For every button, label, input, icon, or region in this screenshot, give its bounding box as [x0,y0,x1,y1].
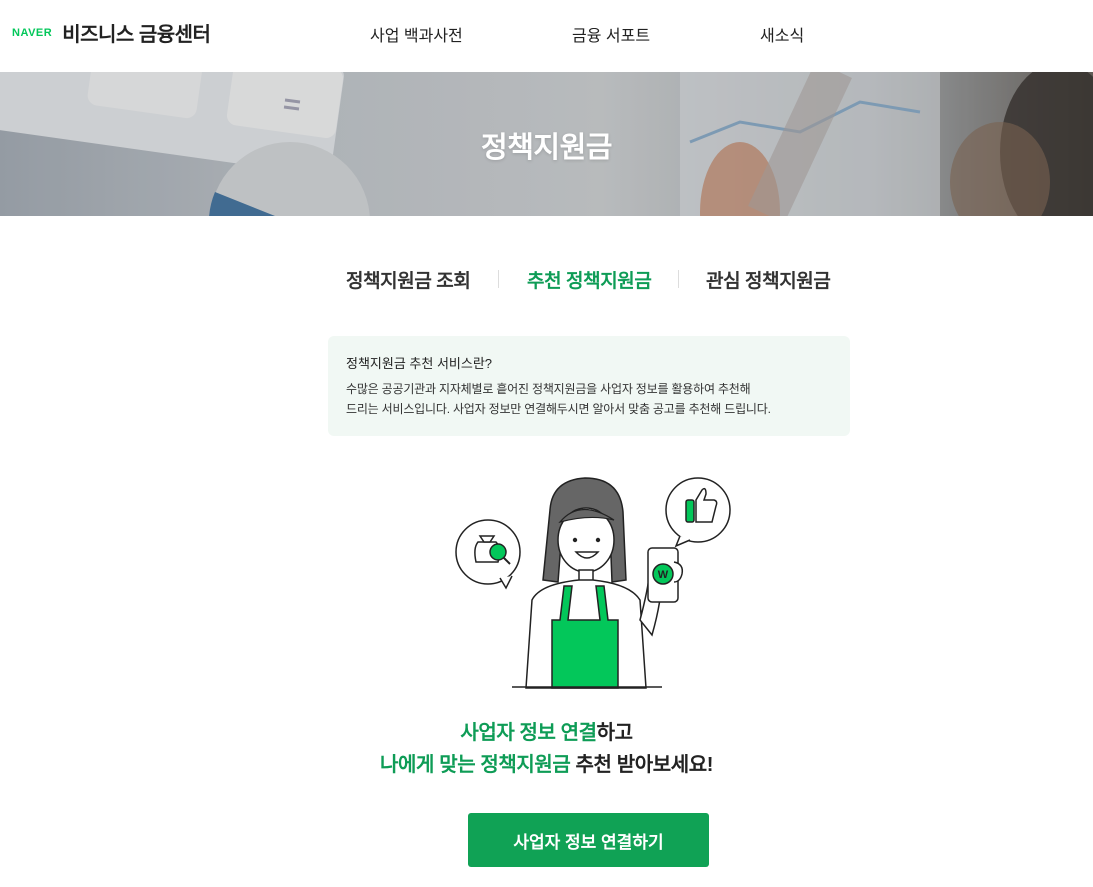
connect-business-info-button[interactable]: 사업자 정보 연결하기 [468,813,709,867]
tab-favorite-policy[interactable]: 관심 정책지원금 [706,266,831,293]
highlight-text: 나에게 맞는 정책지원금 [380,754,571,776]
promo-message-line2: 나에게 맞는 정책지원금 추천 받아보세요! [0,748,1093,777]
service-info-box: 정책지원금 추천 서비스란? 수많은 공공기관과 지자체별로 흩어진 정책지원금… [328,336,850,436]
phone-badge-label: W [658,569,669,581]
tab-divider [678,270,679,288]
woman-with-phone-illustration: W [455,477,731,689]
thumbs-up-icon [665,477,731,548]
message-text: 추천 받아보세요! [570,754,714,776]
logo[interactable]: NAVER 비즈니스 금융센터 [12,18,211,47]
nav-finance-support[interactable]: 금융 서포트 [572,22,650,46]
money-bag-search-icon [455,519,521,590]
tab-divider [498,270,499,288]
hero-banner: 정책지원금 [0,72,1093,216]
nav-business-dictionary[interactable]: 사업 백과사전 [370,22,463,46]
info-desc-line: 수많은 공공기관과 지자체별로 흩어진 정책지원금을 사업자 정보를 활용하여 … [346,382,751,396]
top-header: NAVER 비즈니스 금융센터 사업 백과사전 금융 서포트 새소식 [0,0,1093,72]
tab-policy-search[interactable]: 정책지원금 조회 [346,266,471,293]
nav-news[interactable]: 새소식 [760,22,804,46]
info-title: 정책지원금 추천 서비스란? [346,356,493,371]
naver-logo: NAVER [12,26,53,39]
service-name: 비즈니스 금융센터 [62,24,211,46]
highlight-text: 사업자 정보 연결 [460,722,597,744]
message-text: 하고 [596,722,633,744]
info-description: 수많은 공공기관과 지자체별로 흩어진 정책지원금을 사업자 정보를 활용하여 … [346,379,832,419]
page-title: 정책지원금 [481,132,612,164]
promo-message-line1: 사업자 정보 연결하고 [0,716,1093,745]
tab-recommended-policy[interactable]: 추천 정책지원금 [527,266,652,293]
info-desc-line: 드리는 서비스입니다. 사업자 정보만 연결해두시면 알아서 맞춤 공고를 추천… [346,402,771,416]
